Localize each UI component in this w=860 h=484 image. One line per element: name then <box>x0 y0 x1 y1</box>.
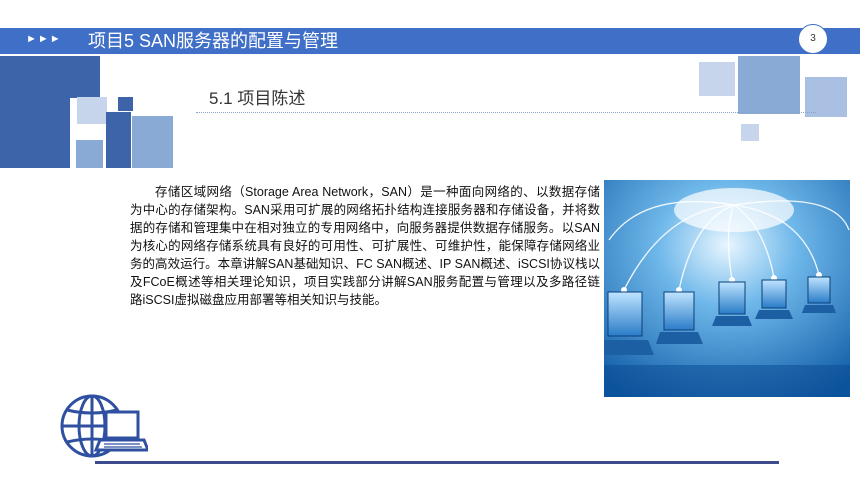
slide-header-title: 项目5 SAN服务器的配置与管理 <box>88 31 339 51</box>
decor-square <box>132 116 173 168</box>
header-bar: ►►► 项目5 SAN服务器的配置与管理 <box>0 28 860 54</box>
decor-square <box>741 124 759 141</box>
body-paragraph: 存储区域网络（Storage Area Network，SAN）是一种面向网络的… <box>130 185 600 307</box>
decor-square <box>77 97 107 124</box>
page-number-badge: 3 <box>798 24 828 54</box>
network-laptops-photo <box>604 180 850 397</box>
decor-square <box>0 56 100 98</box>
bottom-divider <box>95 461 779 464</box>
decor-square <box>0 98 70 168</box>
decor-square <box>118 97 133 111</box>
decor-square <box>738 56 800 114</box>
decor-square <box>805 77 847 117</box>
decor-square <box>76 140 103 168</box>
decor-square <box>106 112 131 168</box>
header-arrows-icon: ►►► <box>26 33 62 45</box>
section-divider <box>196 112 816 113</box>
decor-square <box>699 62 735 96</box>
globe-laptop-icon <box>60 394 148 458</box>
section-title: 5.1 项目陈述 <box>209 89 306 108</box>
